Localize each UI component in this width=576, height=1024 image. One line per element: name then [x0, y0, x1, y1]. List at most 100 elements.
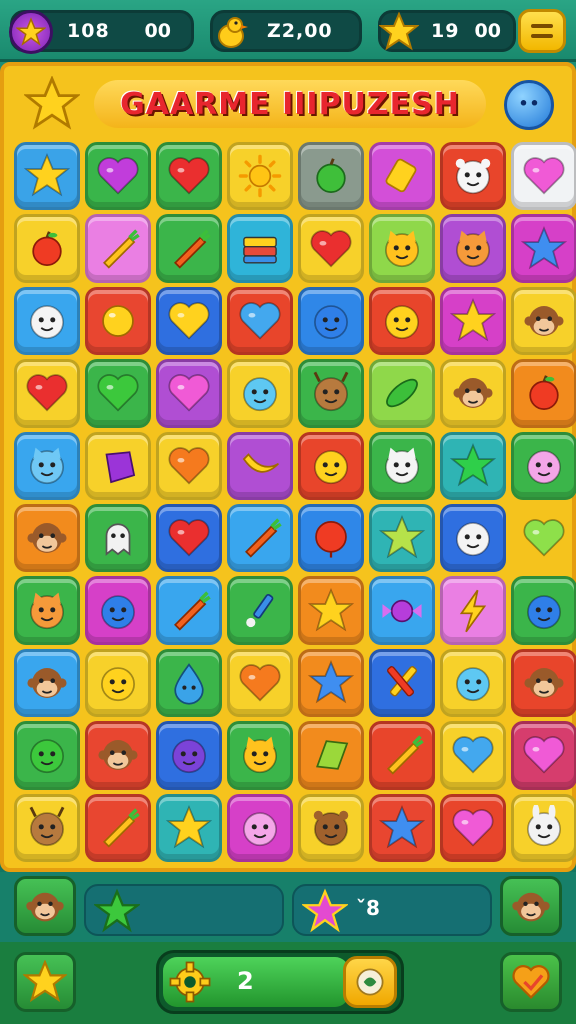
tile[interactable] — [440, 576, 506, 645]
tile[interactable] — [85, 721, 151, 790]
face-yellow-icon — [314, 449, 348, 484]
tile[interactable] — [227, 214, 293, 283]
heart-icon[interactable] — [500, 952, 562, 1012]
tile[interactable] — [14, 576, 80, 645]
tile[interactable] — [156, 721, 222, 790]
tile[interactable] — [227, 286, 293, 356]
tile[interactable] — [440, 431, 506, 500]
coins-counter[interactable]: Z2,00 — [210, 10, 362, 52]
tile[interactable] — [14, 359, 80, 428]
tile[interactable] — [227, 721, 293, 790]
tile[interactable] — [511, 142, 576, 211]
tile[interactable] — [440, 648, 506, 718]
tile[interactable] — [369, 576, 435, 645]
face-blue-icon — [527, 594, 561, 629]
tile[interactable] — [85, 286, 151, 356]
tile[interactable] — [227, 793, 293, 862]
tile[interactable] — [227, 503, 293, 573]
tile[interactable] — [369, 286, 435, 356]
tile[interactable] — [298, 359, 364, 428]
tile[interactable] — [156, 214, 222, 283]
tile[interactable] — [14, 503, 80, 573]
tile[interactable] — [14, 793, 80, 862]
tile[interactable] — [298, 286, 364, 356]
tile[interactable] — [369, 431, 435, 500]
tile-grid — [14, 142, 576, 864]
tile[interactable] — [156, 286, 222, 356]
star-icon[interactable] — [14, 952, 76, 1012]
tile[interactable] — [14, 286, 80, 356]
tile[interactable] — [369, 648, 435, 718]
blob-icon[interactable] — [343, 956, 397, 1008]
tile[interactable] — [440, 793, 506, 862]
tile[interactable] — [298, 142, 364, 211]
tile[interactable] — [85, 576, 151, 645]
tile[interactable] — [156, 503, 222, 573]
tile[interactable] — [511, 286, 576, 356]
tile[interactable] — [298, 576, 364, 645]
tile[interactable] — [511, 431, 576, 500]
tile[interactable] — [298, 431, 364, 500]
tile[interactable] — [14, 142, 80, 211]
lives-counter[interactable]: 19 00 — [378, 10, 516, 52]
tile[interactable] — [440, 214, 506, 283]
tile[interactable] — [440, 721, 506, 790]
cat-icon — [243, 736, 277, 774]
tile[interactable] — [511, 721, 576, 790]
tile[interactable] — [156, 431, 222, 500]
star-icon[interactable] — [24, 76, 80, 132]
action-bar: 2 — [0, 942, 576, 1024]
tile[interactable] — [440, 503, 506, 573]
menu-icon[interactable] — [518, 9, 566, 53]
tile[interactable] — [440, 142, 506, 211]
stars-counter[interactable]: 108 00 — [9, 10, 194, 54]
tile[interactable] — [298, 503, 364, 573]
tile[interactable] — [511, 793, 576, 862]
tile[interactable] — [227, 576, 293, 645]
tile[interactable] — [369, 793, 435, 862]
monkey-icon[interactable] — [14, 876, 76, 936]
progress-bar[interactable]: 2 — [156, 950, 404, 1014]
tile[interactable] — [511, 214, 576, 283]
tile[interactable] — [14, 648, 80, 718]
tile[interactable] — [227, 359, 293, 428]
tile[interactable] — [369, 503, 435, 573]
tile[interactable] — [85, 359, 151, 428]
tile[interactable] — [156, 576, 222, 645]
tile[interactable] — [14, 214, 80, 283]
tile[interactable] — [156, 793, 222, 862]
tile[interactable] — [511, 648, 576, 718]
tile[interactable] — [369, 721, 435, 790]
tile[interactable] — [85, 503, 151, 573]
tile[interactable] — [14, 431, 80, 500]
tile[interactable] — [156, 359, 222, 428]
tile[interactable] — [156, 142, 222, 211]
monkey-icon[interactable] — [500, 876, 562, 936]
tile[interactable] — [85, 431, 151, 500]
tile[interactable] — [369, 214, 435, 283]
tile[interactable] — [511, 504, 576, 572]
sun-icon — [238, 154, 282, 198]
tile[interactable] — [440, 286, 506, 356]
booster-panel-1[interactable] — [84, 884, 284, 936]
tile[interactable] — [369, 142, 435, 211]
tile[interactable] — [85, 648, 151, 718]
tile[interactable] — [156, 648, 222, 718]
tile[interactable] — [85, 214, 151, 283]
tile[interactable] — [227, 142, 293, 211]
tile[interactable] — [298, 721, 364, 790]
tile[interactable] — [298, 214, 364, 283]
booster-panel-2[interactable]: ˇ8 — [292, 884, 492, 936]
tile[interactable] — [227, 648, 293, 718]
tile[interactable] — [511, 576, 576, 645]
tile[interactable] — [227, 431, 293, 500]
blue-blob-icon[interactable] — [504, 80, 554, 130]
tile[interactable] — [440, 359, 506, 428]
tile[interactable] — [298, 793, 364, 862]
tile[interactable] — [85, 793, 151, 862]
tile[interactable] — [511, 359, 576, 428]
tile[interactable] — [298, 648, 364, 718]
tile[interactable] — [14, 721, 80, 790]
tile[interactable] — [369, 359, 435, 428]
tile[interactable] — [85, 142, 151, 211]
